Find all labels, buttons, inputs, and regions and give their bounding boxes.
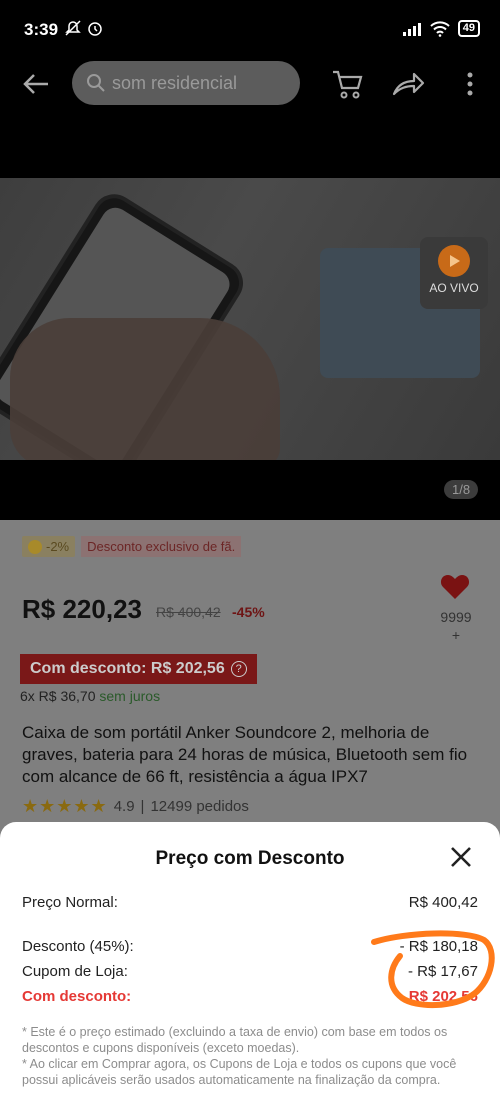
fan-discount-label: Desconto exclusivo de fã.	[81, 536, 242, 557]
mute-icon	[65, 20, 81, 36]
installments: 6x R$ 36,70 sem juros	[20, 688, 161, 704]
close-icon[interactable]	[448, 844, 474, 870]
wifi-icon	[430, 20, 450, 37]
status-bar: 3:39 49	[0, 0, 500, 56]
app-bar: som residencial	[0, 56, 500, 112]
product-details: -2% Desconto exclusivo de fã. R$ 220,23 …	[0, 520, 500, 840]
disclaimer-1: * Este é o preço estimado (excluindo a t…	[22, 1025, 448, 1055]
hand-illustration	[10, 318, 280, 460]
live-play-icon	[438, 245, 470, 277]
image-counter: 1/8	[444, 480, 479, 499]
current-price: R$ 220,23	[22, 594, 142, 624]
sheet-title: Preço com Desconto	[155, 848, 345, 869]
discounted-price-text: Com desconto: R$ 202,56	[30, 660, 225, 677]
status-right: 49	[402, 20, 480, 37]
cart-icon[interactable]	[330, 66, 366, 102]
more-options-icon[interactable]	[452, 66, 488, 102]
row-discount: Desconto (45%): - R$ 180,18	[22, 938, 478, 955]
help-icon[interactable]: ?	[230, 661, 247, 677]
search-placeholder: som residencial	[112, 72, 238, 93]
stars-icon: ★★★★★	[22, 796, 108, 816]
search-icon	[87, 74, 105, 92]
discounted-price-banner[interactable]: Com desconto: R$ 202,56 ?	[20, 654, 257, 684]
product-title: Caixa de som portátil Anker Soundcore 2,…	[22, 723, 468, 786]
rating-value: 4.9	[113, 798, 135, 815]
row-store-coupon: Cupom de Loja: - R$ 17,67	[22, 963, 478, 980]
original-price: R$ 400,42	[156, 604, 221, 620]
coin-icon	[28, 539, 42, 554]
discount-price-sheet: Preço com Desconto Preço Normal: R$ 400,4…	[0, 822, 500, 1111]
live-button[interactable]: AO VIVO	[420, 237, 488, 309]
status-time: 3:39	[24, 20, 59, 39]
battery-icon: 49	[457, 20, 480, 37]
orders-count: 12499 pedidos	[150, 798, 249, 815]
fan-discount-badge: -2% Desconto exclusivo de fã.	[22, 536, 242, 557]
search-input[interactable]: som residencial	[72, 61, 300, 105]
live-label: AO VIVO	[429, 281, 479, 295]
back-arrow-icon[interactable]	[18, 66, 54, 102]
heart-icon[interactable]	[440, 572, 470, 600]
discount-percent: -45%	[232, 604, 265, 620]
signal-icon	[402, 22, 421, 36]
row-normal-price: Preço Normal: R$ 400,42	[22, 894, 478, 911]
row-final-price: Com desconto: R$ 202,56	[22, 988, 478, 1005]
coin-discount: -2%	[22, 536, 76, 557]
notification-icons	[64, 19, 104, 42]
wishlist-count: 9999 +	[440, 609, 472, 643]
product-rating: ★★★★★ 4.9 | 12499 pedidos	[22, 796, 249, 816]
share-icon[interactable]	[390, 66, 426, 102]
alarm-icon	[88, 22, 103, 36]
disclaimer-2: * Ao clicar em Comprar agora, os Cupons …	[22, 1057, 457, 1087]
product-image[interactable]	[0, 178, 500, 460]
